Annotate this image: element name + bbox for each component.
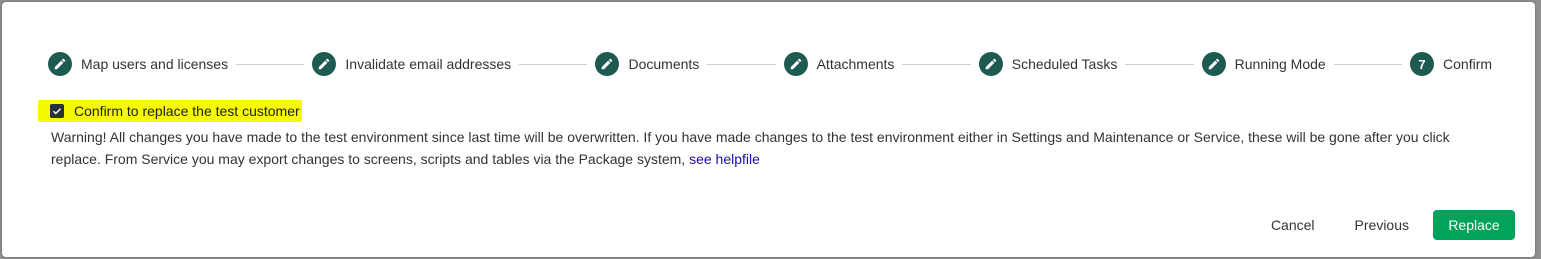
replace-test-customer-dialog: Map users and licenses Invalidate email … [2, 2, 1535, 257]
pencil-icon [978, 52, 1003, 76]
pencil-icon [312, 52, 337, 76]
pencil-icon [783, 52, 808, 76]
see-helpfile-link[interactable]: see helpfile [689, 151, 760, 167]
step-scheduled-tasks[interactable]: Scheduled Tasks [978, 52, 1118, 76]
confirm-label: Confirm to replace the test customer [74, 103, 300, 119]
step-connector [707, 63, 776, 65]
step-connector [902, 63, 971, 65]
step-running-mode[interactable]: Running Mode [1201, 52, 1326, 76]
step-label: Documents [628, 56, 700, 72]
step-number: 7 [1410, 52, 1435, 76]
step-connector [1125, 63, 1194, 65]
checkmark-icon [52, 108, 62, 115]
step-invalidate-email[interactable]: Invalidate email addresses [312, 52, 511, 76]
step-connector [1333, 63, 1403, 65]
dialog-actions: Cancel Previous Replace [1251, 210, 1515, 240]
step-label: Invalidate email addresses [345, 56, 512, 72]
step-map-users[interactable]: Map users and licenses [48, 52, 228, 76]
step-label: Scheduled Tasks [1011, 56, 1118, 72]
step-label: Running Mode [1234, 56, 1326, 72]
replace-button[interactable]: Replace [1433, 210, 1515, 240]
pencil-icon [595, 52, 620, 76]
pencil-icon [1201, 52, 1226, 76]
previous-button[interactable]: Previous [1335, 210, 1429, 240]
stepper: Map users and licenses Invalidate email … [48, 50, 1492, 78]
step-label: Confirm [1443, 56, 1493, 72]
warning-message: Warning! All changes you have made to th… [51, 126, 1471, 170]
step-documents[interactable]: Documents [595, 52, 699, 76]
step-label: Map users and licenses [81, 56, 229, 72]
step-label: Attachments [816, 56, 895, 72]
confirm-checkbox-row[interactable]: Confirm to replace the test customer [38, 100, 302, 122]
step-attachments[interactable]: Attachments [783, 52, 895, 76]
confirm-checkbox[interactable] [50, 104, 64, 118]
cancel-button[interactable]: Cancel [1251, 210, 1335, 240]
step-confirm[interactable]: 7 Confirm [1410, 52, 1492, 76]
step-connector [519, 63, 588, 65]
pencil-icon [48, 52, 72, 76]
step-connector [236, 63, 305, 65]
